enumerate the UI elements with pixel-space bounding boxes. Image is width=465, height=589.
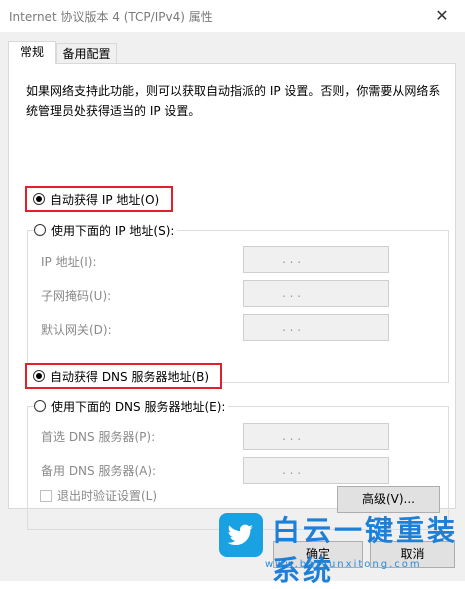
title-bar: Internet 协议版本 4 (TCP/IPv4) 属性 ✕ — [0, 0, 465, 32]
ip-address-input[interactable]: . . . — [243, 246, 389, 273]
preferred-dns-input[interactable]: . . . — [243, 423, 389, 450]
validate-settings-label: 退出时验证设置(L) — [57, 489, 158, 503]
watermark-url: www.baiyunxitong.com — [265, 559, 422, 570]
auto-dns-label: 自动获得 DNS 服务器地址(B) — [50, 369, 210, 384]
tab-general[interactable]: 常规 — [8, 41, 56, 64]
window-title: Internet 协议版本 4 (TCP/IPv4) 属性 — [9, 10, 213, 24]
default-gateway-label: 默认网关(D): — [41, 323, 112, 337]
manual-ip-radio[interactable]: 使用下面的 IP 地址(S): — [34, 220, 178, 240]
ip-dots: . . . — [282, 429, 302, 443]
tab-alternate-config[interactable]: 备用配置 — [56, 43, 117, 64]
manual-dns-radio[interactable]: 使用下面的 DNS 服务器地址(E): — [34, 396, 229, 416]
radio-indicator — [33, 370, 45, 382]
radio-indicator — [33, 193, 45, 205]
dialog-client: 常规 备用配置 如果网络支持此功能，则可以获取自动指派的 IP 设置。否则，你需… — [0, 32, 465, 587]
watermark-text: 白云一键重装系统 — [272, 514, 459, 587]
radio-indicator — [34, 224, 46, 236]
radio-indicator — [34, 400, 46, 412]
ip-dots: . . . — [282, 320, 302, 334]
subnet-mask-input[interactable]: . . . — [243, 280, 389, 307]
manual-dns-label: 使用下面的 DNS 服务器地址(E): — [51, 399, 226, 414]
twitter-bird-icon — [219, 513, 263, 557]
auto-dns-radio[interactable]: 自动获得 DNS 服务器地址(B) — [25, 363, 222, 389]
ip-address-label: IP 地址(I): — [41, 255, 97, 269]
auto-ip-radio[interactable]: 自动获得 IP 地址(O) — [25, 186, 173, 212]
watermark: 白云一键重装系统 www.baiyunxitong.com — [210, 507, 465, 587]
auto-ip-label: 自动获得 IP 地址(O) — [50, 192, 160, 207]
manual-ip-label: 使用下面的 IP 地址(S): — [51, 223, 175, 238]
alternate-dns-input[interactable]: . . . — [243, 457, 389, 484]
ip-dots: . . . — [282, 463, 302, 477]
validate-settings-checkbox[interactable]: 退出时验证设置(L) — [40, 487, 157, 504]
tab-panel: 如果网络支持此功能，则可以获取自动指派的 IP 设置。否则，你需要从网络系统管理… — [8, 63, 456, 530]
preferred-dns-label: 首选 DNS 服务器(P): — [41, 430, 156, 444]
default-gateway-input[interactable]: . . . — [243, 314, 389, 341]
alternate-dns-label: 备用 DNS 服务器(A): — [41, 464, 157, 478]
ip-dots: . . . — [282, 286, 302, 300]
checkbox-box — [40, 489, 52, 502]
ip-dots: . . . — [282, 252, 302, 266]
subnet-mask-label: 子网掩码(U): — [41, 289, 112, 303]
description-text: 如果网络支持此功能，则可以获取自动指派的 IP 设置。否则，你需要从网络系统管理… — [26, 84, 441, 118]
close-button[interactable]: ✕ — [419, 0, 465, 32]
